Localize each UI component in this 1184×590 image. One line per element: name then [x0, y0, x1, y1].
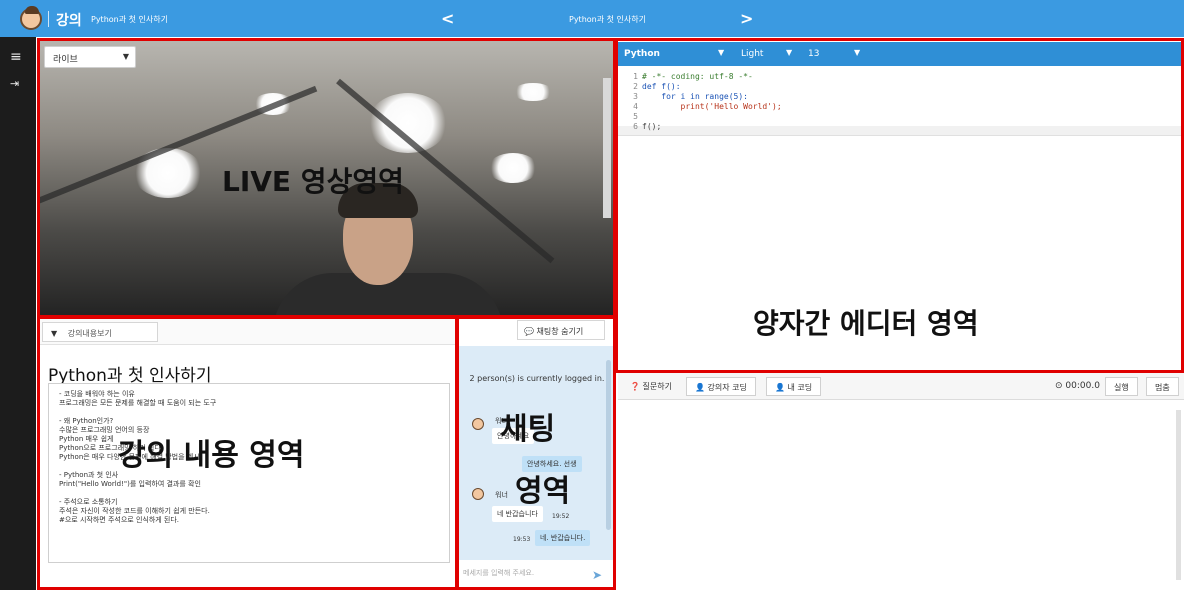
left-rail: ≡ ⇥ — [0, 37, 36, 590]
send-icon[interactable]: ➤ — [592, 568, 602, 582]
chat-time: 19:53 — [513, 536, 531, 543]
lecture-line: 프로그래밍은 모든 문제를 해결할 때 도움이 되는 도구 — [59, 399, 217, 407]
video-source-value: 라이브 — [53, 55, 78, 65]
line-number: 3 — [633, 92, 638, 101]
chat-scrollbar[interactable] — [606, 360, 611, 530]
code-text: # -*- coding: utf-8 -*- — [642, 72, 753, 81]
question-icon: ❓ — [630, 382, 640, 391]
line-number: 4 — [633, 102, 638, 111]
lecture-line — [59, 408, 439, 417]
course-subtitle: Python과 첫 인사하기 — [91, 15, 168, 24]
stop-button[interactable]: 멈춤 — [1146, 377, 1179, 396]
lecturer-icon: 👤 — [695, 383, 705, 392]
lecturer-coding-button[interactable]: 👤 강의자 코딩 — [686, 377, 756, 396]
session-timer: ⊙ 00:00.0 — [1055, 381, 1100, 391]
code-line: 6 f(); — [618, 122, 1184, 132]
code-line: 5 — [618, 112, 1184, 122]
brand-title: 강의 — [56, 13, 82, 29]
next-lecture-icon[interactable]: > — [740, 9, 753, 28]
chevron-down-icon[interactable]: ▼ — [786, 48, 792, 57]
console-scrollbar[interactable] — [1176, 410, 1181, 580]
video-scrollbar[interactable] — [603, 78, 611, 218]
ceiling-light — [488, 153, 538, 183]
code-line: 4 print('Hello World'); — [618, 102, 1184, 112]
user-icon: 👤 — [775, 383, 785, 392]
my-coding-label: 내 코딩 — [787, 383, 813, 392]
avatar-icon — [472, 418, 484, 430]
lecture-line: Print("Hello World!")를 입력하여 결과를 확인 — [59, 480, 201, 488]
timer-value: 00:00.0 — [1065, 381, 1100, 391]
chat-bubble-icon: 💬 — [524, 327, 534, 336]
output-console[interactable] — [618, 400, 1184, 590]
lecture-toggle-label: 강의내용보기 — [67, 329, 112, 338]
lecture-line — [59, 489, 439, 498]
video-source-select[interactable]: 라이브 ▼ — [44, 46, 136, 68]
menu-icon[interactable]: ≡ — [10, 49, 22, 65]
chat-area-label-1: 채팅 — [500, 412, 556, 447]
question-button[interactable]: ❓ 질문하기 — [622, 377, 680, 396]
code-text: f(); — [642, 122, 662, 131]
clock-icon: ⊙ — [1055, 381, 1063, 391]
lecture-line: #으로 시작하면 주석으로 인식하게 된다. — [59, 516, 180, 524]
question-label: 질문하기 — [642, 382, 672, 391]
app-root: 강의 Python과 첫 인사하기 < Python과 첫 인사하기 > ≡ ⇥… — [0, 0, 1184, 590]
hide-chat-button[interactable]: 💬 채팅창 숨기기 — [517, 320, 605, 340]
font-size-select[interactable]: 13 — [808, 49, 819, 59]
lecture-line: - 주석으로 소통하기 — [59, 498, 118, 506]
avatar-icon — [472, 488, 484, 500]
line-number: 2 — [633, 82, 638, 91]
chat-area-label-2: 영역 — [515, 474, 571, 509]
code-line: 2 def f(): — [618, 82, 1184, 92]
code-line: 3 for i in range(5): — [618, 92, 1184, 102]
prev-lecture-icon[interactable]: < — [441, 9, 454, 28]
lecture-line: 주석은 자신이 작성한 코드를 이해하기 쉽게 만든다. — [59, 507, 210, 515]
chat-sender-name: 워너 — [495, 491, 508, 499]
chat-time: 19:52 — [552, 513, 570, 520]
ceiling-light — [513, 83, 553, 101]
my-coding-button[interactable]: 👤 내 코딩 — [766, 377, 822, 396]
chevron-down-icon[interactable]: ▼ — [718, 48, 724, 57]
theme-select[interactable]: Light — [741, 49, 763, 59]
chat-status: 2 person(s) is currently logged in. — [469, 374, 605, 383]
top-bar: 강의 Python과 첫 인사하기 < Python과 첫 인사하기 > — [0, 0, 1184, 37]
user-avatar-icon[interactable] — [20, 6, 42, 30]
chevron-down-icon: ▼ — [122, 52, 129, 61]
logout-icon[interactable]: ⇥ — [10, 77, 19, 90]
chevron-down-icon[interactable]: ▼ — [854, 48, 860, 57]
lecturer-coding-label: 강의자 코딩 — [707, 383, 747, 392]
code-text: print('Hello World'); — [642, 102, 782, 111]
lecture-toggle-button[interactable]: ▼ 강의내용보기 — [42, 322, 158, 342]
line-number: 1 — [633, 72, 638, 81]
video-area-label: LIVE 영상영역 — [222, 165, 404, 198]
current-lecture-title: Python과 첫 인사하기 — [569, 15, 646, 24]
line-number: 5 — [633, 112, 638, 121]
editor-toolbar-top: Python ▼ Light ▼ 13 ▼ — [618, 42, 1184, 66]
caret-down-icon: ▼ — [51, 329, 58, 338]
chat-input[interactable]: 메세지를 입력해 주세요. — [459, 562, 614, 587]
code-text: def f(): — [642, 82, 681, 91]
hide-chat-label: 채팅창 숨기기 — [536, 327, 584, 336]
line-number: 6 — [633, 122, 638, 131]
language-select[interactable]: Python — [624, 49, 660, 59]
lecture-line: - 왜 Python인가? — [59, 417, 114, 425]
lecture-line: - 코딩을 배워야 하는 이유 — [59, 390, 135, 398]
code-editor[interactable]: 1 # -*- coding: utf-8 -*- 2 def f(): 3 for… — [618, 66, 1184, 134]
run-button[interactable]: 실행 — [1105, 377, 1138, 396]
chat-message-mine: 네. 반갑습니다. — [535, 530, 591, 546]
code-text: for i in range(5): — [642, 92, 748, 101]
code-line: 1 # -*- coding: utf-8 -*- — [618, 72, 1184, 82]
lecture-area-label: 강의 내용 영역 — [118, 438, 305, 473]
brand-divider — [48, 11, 49, 27]
editor-area-label: 양자간 에디터 영역 — [753, 307, 979, 340]
